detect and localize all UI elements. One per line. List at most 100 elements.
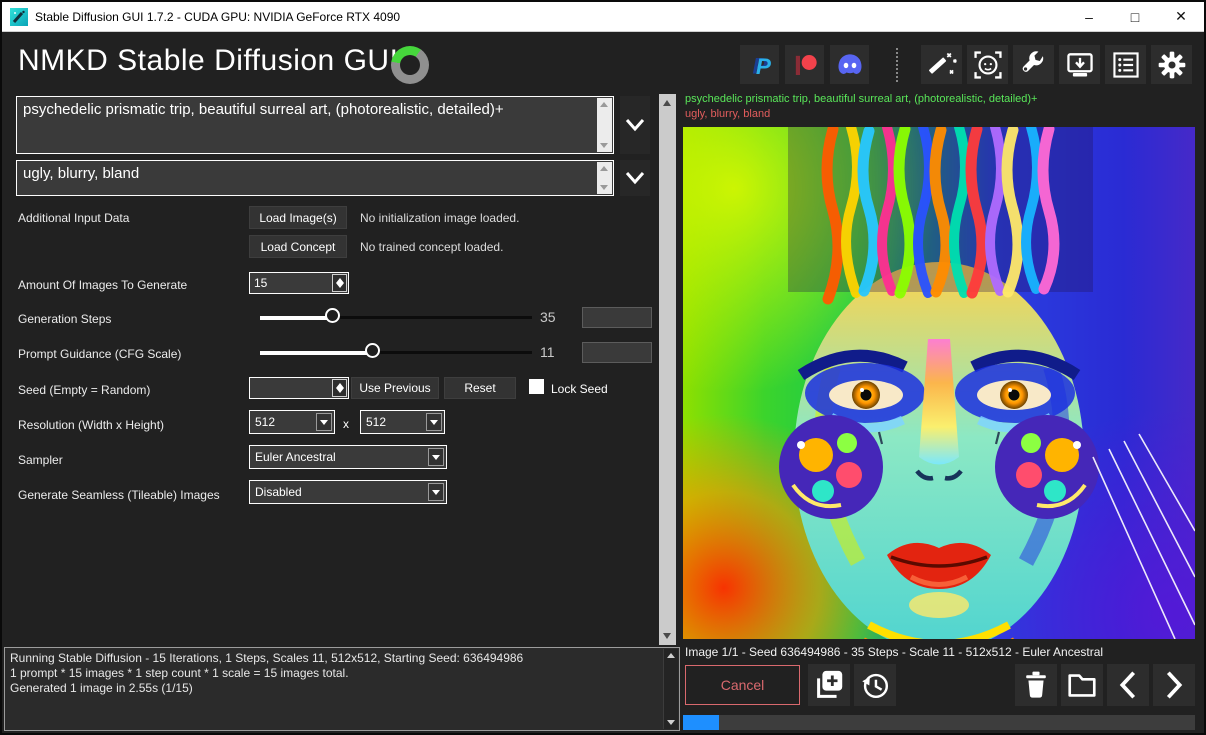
- stepper-arrows[interactable]: [332, 274, 347, 292]
- steps-value: 35: [540, 309, 556, 325]
- next-image-button[interactable]: [1153, 664, 1195, 706]
- cfg-textbox[interactable]: [582, 342, 652, 363]
- paypal-icon: P P: [745, 50, 775, 80]
- use-previous-button[interactable]: Use Previous: [351, 377, 439, 399]
- width-dropdown[interactable]: 512: [249, 410, 335, 434]
- lock-seed-label: Lock Seed: [551, 382, 608, 396]
- toolbar: [921, 45, 1192, 84]
- sampler-dropdown[interactable]: Euler Ancestral: [249, 445, 447, 469]
- paypal-button[interactable]: P P: [740, 45, 779, 84]
- width-value: 512: [255, 415, 275, 429]
- batch-progress-bar: [683, 715, 1195, 730]
- steps-slider-knob[interactable]: [325, 308, 340, 323]
- amount-value: 15: [254, 276, 267, 290]
- height-value: 512: [366, 415, 386, 429]
- history-icon: [858, 668, 892, 702]
- wrench-icon: [1018, 49, 1050, 81]
- prompt-expand-button[interactable]: [620, 96, 650, 154]
- psychedelic-face-image: [683, 127, 1195, 639]
- log-line: Generated 1 image in 2.55s (1/15): [10, 681, 657, 696]
- add-to-queue-icon: [812, 668, 846, 702]
- negative-prompt-scrollbar[interactable]: [597, 162, 612, 194]
- additional-input-label: Additional Input Data: [18, 211, 129, 225]
- app-icon: [10, 8, 28, 26]
- app-title: NMKD Stable Diffusion GUI: [18, 44, 398, 78]
- discord-icon: [834, 49, 866, 81]
- log-line: 1 prompt * 15 images * 1 step count * 1 …: [10, 666, 657, 681]
- previous-image-button[interactable]: [1107, 664, 1149, 706]
- prompt-input[interactable]: psychedelic prismatic trip, beautiful su…: [16, 96, 614, 154]
- developer-tools-button[interactable]: [1013, 45, 1054, 84]
- negative-prompt-text: ugly, blurry, bland: [23, 165, 139, 182]
- init-image-status: No initialization image loaded.: [360, 211, 519, 225]
- history-button[interactable]: [854, 664, 896, 706]
- preview-negative-prompt: ugly, blurry, bland: [685, 108, 770, 120]
- resolution-separator: x: [343, 417, 349, 431]
- prompt-text: psychedelic prismatic trip, beautiful su…: [23, 101, 504, 118]
- stepper-arrows[interactable]: [332, 379, 347, 397]
- gear-icon: [1156, 49, 1188, 81]
- social-links: P P: [740, 45, 869, 84]
- minimize-button[interactable]: –: [1066, 2, 1112, 31]
- prompt-scrollbar[interactable]: [597, 98, 612, 152]
- sampler-value: Euler Ancestral: [255, 450, 336, 464]
- maximize-button[interactable]: □: [1112, 2, 1158, 31]
- patreon-icon: [790, 50, 820, 80]
- folder-icon: [1065, 668, 1099, 702]
- sampler-label: Sampler: [18, 453, 63, 467]
- dropdown-arrow-icon[interactable]: [428, 483, 444, 501]
- negative-prompt-expand-button[interactable]: [620, 160, 650, 196]
- dropdown-arrow-icon[interactable]: [426, 413, 442, 431]
- seamless-label: Generate Seamless (Tileable) Images: [18, 488, 220, 502]
- cfg-label: Prompt Guidance (CFG Scale): [18, 347, 181, 361]
- face-restoration-button[interactable]: [967, 45, 1008, 84]
- close-button[interactable]: ✕: [1158, 2, 1204, 31]
- list-icon: [1110, 49, 1142, 81]
- seamless-dropdown[interactable]: Disabled: [249, 480, 447, 504]
- window-title: Stable Diffusion GUI 1.7.2 - CUDA GPU: N…: [35, 10, 400, 24]
- queue-list-button[interactable]: [1105, 45, 1146, 84]
- reset-button[interactable]: Reset: [444, 377, 516, 399]
- load-images-button[interactable]: Load Image(s): [249, 206, 347, 229]
- image-caption: Image 1/1 - Seed 636494986 - 35 Steps - …: [685, 645, 1103, 659]
- amount-stepper[interactable]: 15: [249, 272, 349, 294]
- log-scrollbar[interactable]: [663, 649, 678, 729]
- svg-text:P: P: [755, 54, 771, 79]
- open-folder-button[interactable]: [1061, 664, 1103, 706]
- delete-image-button[interactable]: [1015, 664, 1057, 706]
- lock-seed-checkbox[interactable]: [529, 379, 544, 394]
- cancel-button[interactable]: Cancel: [685, 665, 800, 705]
- height-dropdown[interactable]: 512: [360, 410, 445, 434]
- steps-slider[interactable]: [260, 308, 532, 326]
- header-divider: [896, 48, 898, 82]
- title-bar: Stable Diffusion GUI 1.7.2 - CUDA GPU: N…: [2, 2, 1204, 32]
- settings-scrollbar[interactable]: [659, 94, 676, 645]
- model-download-button[interactable]: [1059, 45, 1100, 84]
- chevron-down-icon: [625, 171, 645, 185]
- log-line: Running Stable Diffusion - 15 Iterations…: [10, 651, 657, 666]
- steps-textbox[interactable]: [582, 307, 652, 328]
- log-output[interactable]: Running Stable Diffusion - 15 Iterations…: [4, 647, 680, 731]
- resolution-label: Resolution (Width x Height): [18, 418, 164, 432]
- magic-wand-icon: [926, 49, 958, 81]
- seamless-value: Disabled: [255, 485, 302, 499]
- seed-stepper[interactable]: [249, 377, 349, 399]
- discord-button[interactable]: [830, 45, 869, 84]
- dropdown-arrow-icon[interactable]: [428, 448, 444, 466]
- cfg-slider-knob[interactable]: [365, 343, 380, 358]
- load-concept-button[interactable]: Load Concept: [249, 235, 347, 258]
- cfg-slider[interactable]: [260, 343, 532, 361]
- patreon-button[interactable]: [785, 45, 824, 84]
- generated-image-preview[interactable]: [683, 127, 1195, 639]
- trash-icon: [1020, 669, 1052, 701]
- batch-progress-fill: [683, 715, 719, 730]
- face-restore-icon: [972, 49, 1004, 81]
- post-processing-button[interactable]: [921, 45, 962, 84]
- add-to-queue-button[interactable]: [808, 664, 850, 706]
- chevron-down-icon: [625, 118, 645, 132]
- chevron-right-icon: [1159, 668, 1189, 702]
- dropdown-arrow-icon[interactable]: [316, 413, 332, 431]
- settings-button[interactable]: [1151, 45, 1192, 84]
- window-controls: – □ ✕: [1066, 2, 1204, 31]
- negative-prompt-input[interactable]: ugly, blurry, bland: [16, 160, 614, 196]
